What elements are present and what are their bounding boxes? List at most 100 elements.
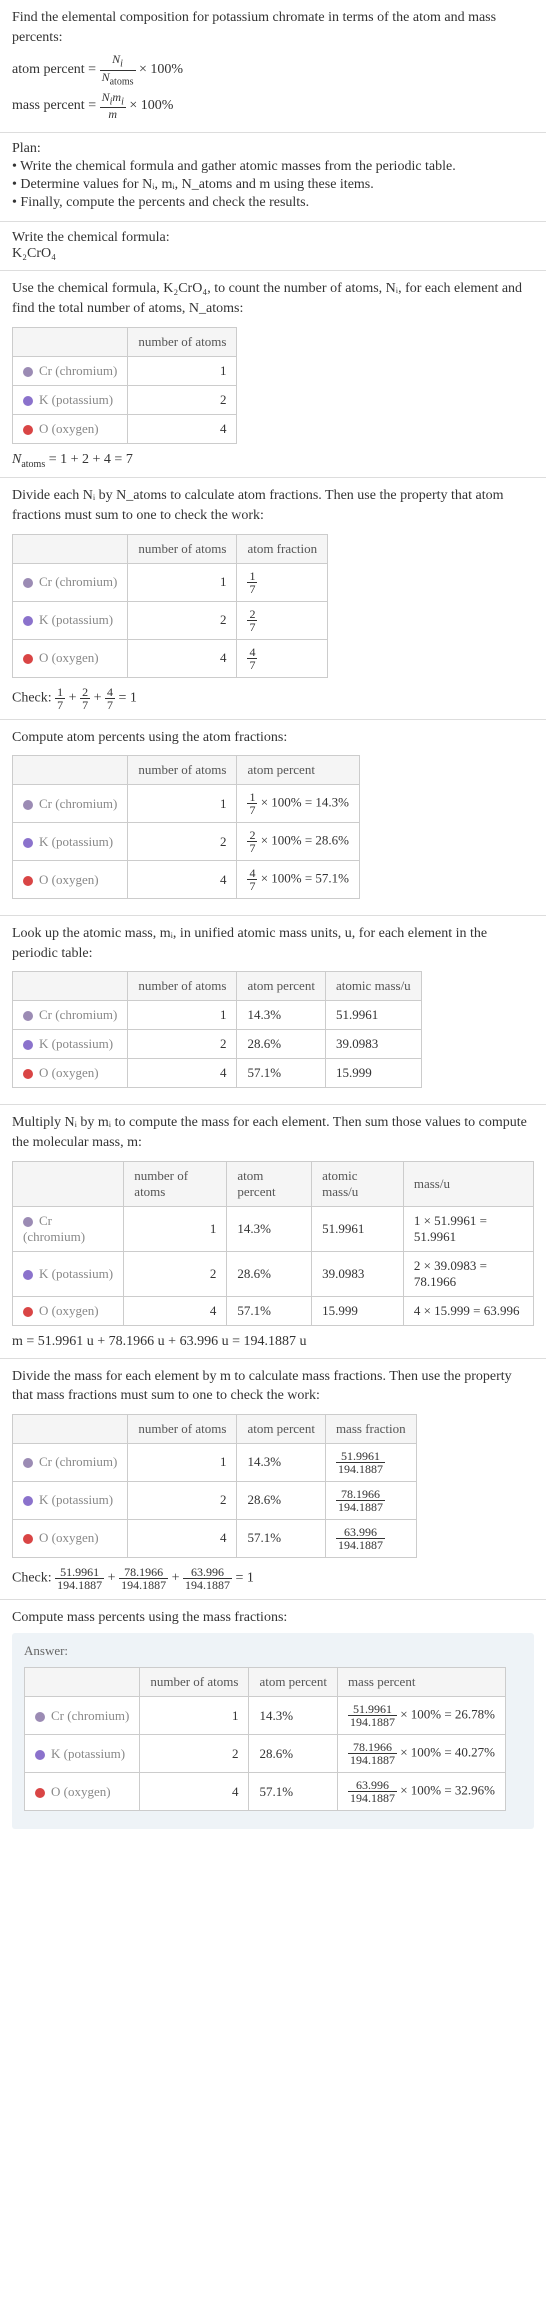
answer-block: Answer: number of atomsatom percentmass …	[12, 1633, 534, 1829]
element-label: Cr (chromium)	[39, 574, 117, 589]
dot-icon	[23, 1270, 33, 1280]
atom-fraction-section: Divide each Nᵢ by N_atoms to calculate a…	[0, 478, 546, 719]
table-row: O (oxygen)457.1%63.996194.1887	[13, 1519, 417, 1557]
element-label: Cr (chromium)	[39, 796, 117, 811]
cell-value: 15.999	[325, 1059, 421, 1088]
mass-calc-intro: Multiply Nᵢ by mᵢ to compute the mass fo…	[12, 1113, 534, 1152]
dot-icon	[23, 1534, 33, 1544]
cell-value: 1	[140, 1697, 249, 1735]
cell-value: 2	[128, 1030, 237, 1059]
cell-value: 1 × 51.9961 = 51.9961	[403, 1206, 533, 1251]
element-label: Cr (chromium)	[39, 363, 117, 378]
table-row: Cr (chromium)114.3%51.9961194.1887	[13, 1443, 417, 1481]
table-row: Cr (chromium)114.3%51.9961194.1887 × 100…	[25, 1697, 506, 1735]
table-row: Cr (chromium)114.3%51.99611 × 51.9961 = …	[13, 1206, 534, 1251]
table-row: Cr (chromium)117	[13, 563, 328, 601]
mass-frac-check: Check: 51.9961194.1887 + 78.1966194.1887…	[12, 1566, 534, 1591]
dot-icon	[23, 1011, 33, 1021]
cell-value: 51.9961	[325, 1001, 421, 1030]
element-label: K (potassium)	[39, 612, 113, 627]
formula-title: Write the chemical formula:	[12, 230, 534, 246]
cell-value: 4	[128, 1059, 237, 1088]
cell-value: 4	[128, 1519, 237, 1557]
dot-icon	[23, 1040, 33, 1050]
col-frac: atom fraction	[237, 534, 328, 563]
plan-title: Plan:	[12, 141, 534, 157]
element-label: K (potassium)	[39, 1036, 113, 1051]
element-label: K (potassium)	[39, 834, 113, 849]
cell-value: 63.996194.1887	[325, 1519, 416, 1557]
col-atoms: number of atoms	[128, 972, 237, 1001]
table-row: O (oxygen)457.1%63.996194.1887 × 100% = …	[25, 1773, 506, 1811]
dot-icon	[23, 367, 33, 377]
cell-value: 2 × 39.0983 = 78.1966	[403, 1251, 533, 1296]
cell-value: 39.0983	[325, 1030, 421, 1059]
mass-pct-intro: Compute mass percents using the mass fra…	[12, 1608, 534, 1628]
cell-value: 78.1966194.1887	[325, 1481, 416, 1519]
cell-value: 28.6%	[237, 1030, 326, 1059]
atomic-mass-section: Look up the atomic mass, mᵢ, in unified …	[0, 916, 546, 1105]
element-label: K (potassium)	[39, 1492, 113, 1507]
dot-icon	[23, 1069, 33, 1079]
mass-percent-section: Compute mass percents using the mass fra…	[0, 1600, 546, 1838]
col-massu: mass/u	[403, 1161, 533, 1206]
mass-frac-intro: Divide the mass for each element by m to…	[12, 1367, 534, 1406]
cell-value: 57.1%	[249, 1773, 338, 1811]
dot-icon	[23, 1496, 33, 1506]
table-row: O (oxygen) 447 × 100% = 57.1%	[13, 861, 360, 899]
element-label: O (oxygen)	[39, 872, 99, 887]
answer-table: number of atomsatom percentmass percent …	[24, 1667, 506, 1811]
molecular-mass-total: m = 51.9961 u + 78.1966 u + 63.996 u = 1…	[12, 1334, 534, 1350]
table-row: O (oxygen) 447	[13, 639, 328, 677]
dot-icon	[23, 876, 33, 886]
cell-value: 4	[128, 639, 237, 677]
cell-value: 4	[128, 861, 237, 899]
element-label: Cr (chromium)	[39, 1454, 117, 1469]
table-row: K (potassium)227	[13, 601, 328, 639]
dot-icon	[23, 396, 33, 406]
table-row: K (potassium) 228.6%39.0983	[13, 1030, 422, 1059]
dot-icon	[35, 1750, 45, 1760]
plan-section: Plan: • Write the chemical formula and g…	[0, 133, 546, 222]
table-row: O (oxygen)4	[13, 414, 237, 443]
dot-icon	[23, 800, 33, 810]
mass-calc-table: number of atomsatom percentatomic mass/u…	[12, 1161, 534, 1326]
cell-value: 57.1%	[227, 1296, 312, 1325]
table-row: O (oxygen)457.1%15.9994 × 15.999 = 63.99…	[13, 1296, 534, 1325]
dot-icon	[35, 1712, 45, 1722]
element-label: O (oxygen)	[39, 650, 99, 665]
col-atoms: number of atoms	[128, 756, 237, 785]
dot-icon	[23, 578, 33, 588]
element-label: K (potassium)	[39, 1266, 113, 1281]
dot-icon	[23, 616, 33, 626]
cell-value: 1	[128, 356, 237, 385]
atom-frac-check: Check: 17 + 27 + 47 = 1	[12, 686, 534, 711]
dot-icon	[23, 654, 33, 664]
atom-pct-intro: Compute atom percents using the atom fra…	[12, 728, 534, 748]
cell-value: 51.9961194.1887 × 100% = 26.78%	[337, 1697, 505, 1735]
cell-value: 28.6%	[237, 1481, 326, 1519]
n-atoms-total: Natoms = 1 + 2 + 4 = 7	[12, 452, 534, 470]
cell-value: 4	[128, 414, 237, 443]
cell-value: 17 × 100% = 14.3%	[237, 785, 360, 823]
col-atoms: number of atoms	[124, 1161, 227, 1206]
cell-value: 47 × 100% = 57.1%	[237, 861, 360, 899]
cell-value: 47	[237, 639, 328, 677]
mass-percent-formula: mass percent = Nimim × 100%	[12, 91, 534, 120]
table-row: K (potassium)2	[13, 385, 237, 414]
cell-value: 51.9961	[312, 1206, 404, 1251]
col-mfrac: mass fraction	[325, 1414, 416, 1443]
cell-value: 78.1966194.1887 × 100% = 40.27%	[337, 1735, 505, 1773]
col-pct: atom percent	[249, 1668, 338, 1697]
table-row: K (potassium)227 × 100% = 28.6%	[13, 823, 360, 861]
count-table: number of atoms Cr (chromium) 1 K (potass…	[12, 327, 237, 444]
element-label: K (potassium)	[51, 1746, 125, 1761]
dot-icon	[23, 838, 33, 848]
cell-value: 28.6%	[227, 1251, 312, 1296]
col-atoms: number of atoms	[128, 327, 237, 356]
cell-value: 27	[237, 601, 328, 639]
answer-label: Answer:	[24, 1643, 522, 1659]
intro-text: Find the elemental composition for potas…	[12, 8, 534, 47]
cell-value: 39.0983	[312, 1251, 404, 1296]
element-label: K (potassium)	[39, 392, 113, 407]
